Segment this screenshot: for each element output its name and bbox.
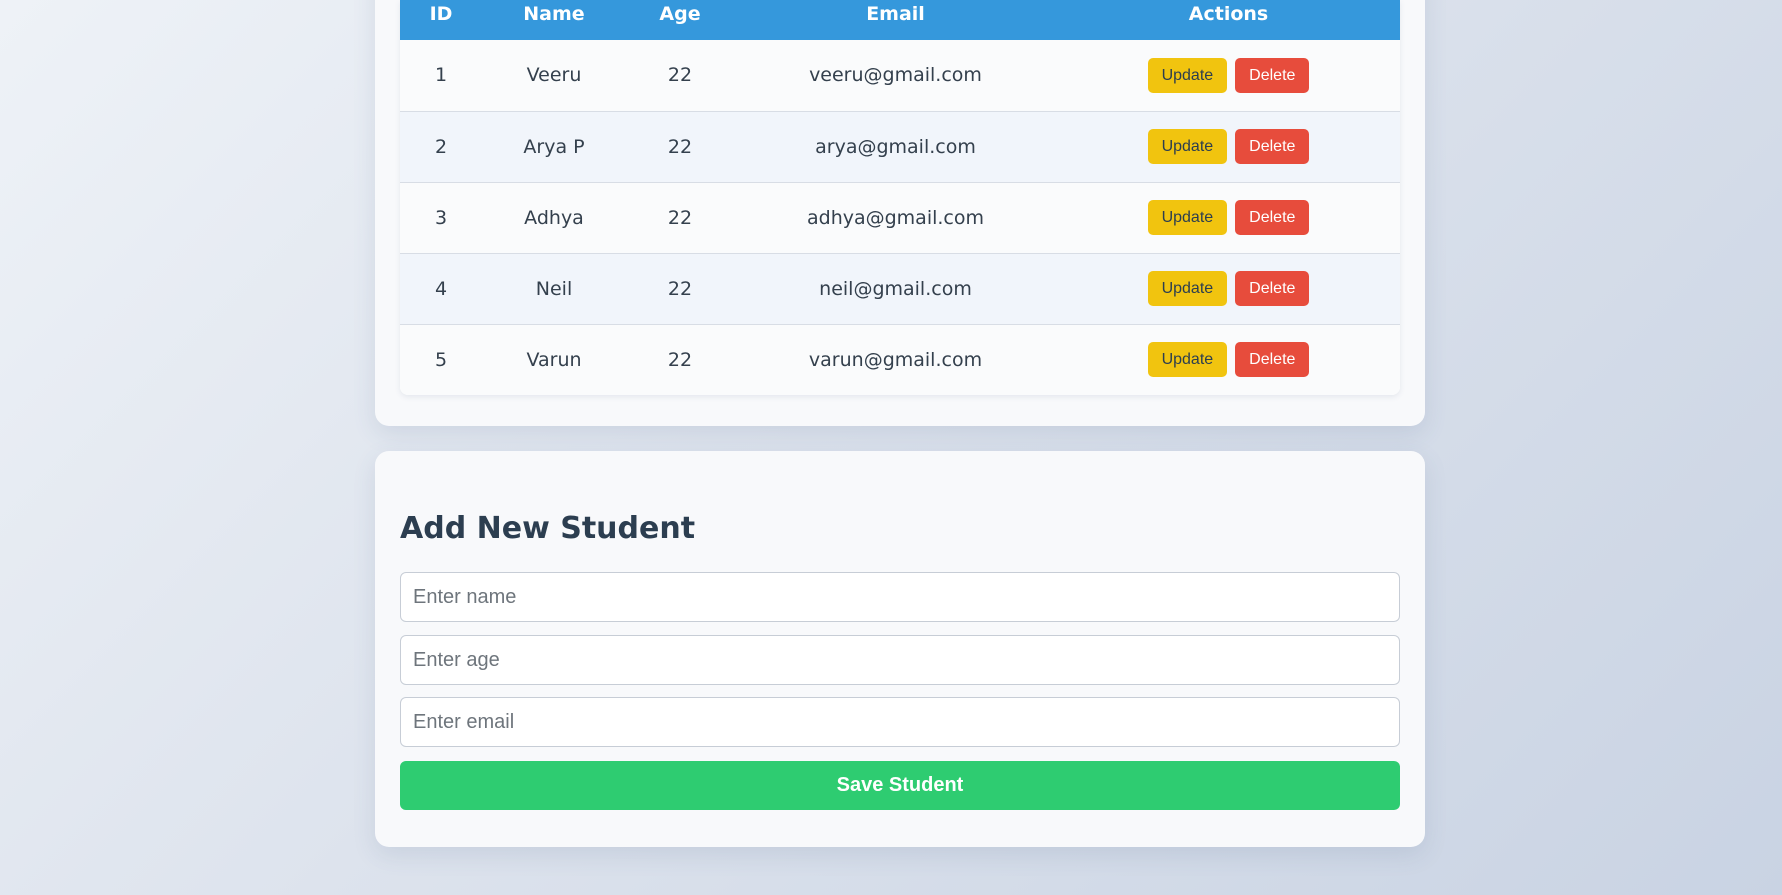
cell-age: 22 <box>667 277 693 300</box>
cell-name: Adhya <box>524 206 584 229</box>
email-input[interactable] <box>400 697 1400 747</box>
save-student-button[interactable]: Save Student <box>400 761 1400 810</box>
delete-button[interactable]: Delete <box>1235 129 1310 164</box>
cell-actions: Update Delete <box>1057 253 1400 324</box>
delete-button[interactable]: Delete <box>1235 200 1310 235</box>
cell-age: 22 <box>667 348 693 371</box>
table-header: ID Name Age Email Actions <box>400 0 1400 40</box>
cell-id: 5 <box>434 348 448 371</box>
cell-id: 1 <box>434 64 448 87</box>
cell-id: 2 <box>434 135 448 158</box>
column-header-actions: Actions <box>1188 3 1269 25</box>
cell-name: Veeru <box>526 64 582 87</box>
table-row: 3 Adhya 22 adhya@gmail.com Update Delete <box>400 182 1400 253</box>
add-student-card: Add New Student Save Student <box>375 451 1425 847</box>
cell-email: adhya@gmail.com <box>806 206 985 229</box>
cell-actions: Update Delete <box>1057 111 1400 182</box>
cell-email: varun@gmail.com <box>808 348 983 371</box>
table-row: 2 Arya P 22 arya@gmail.com Update Delete <box>400 111 1400 182</box>
column-header-age: Age <box>659 3 701 25</box>
update-button[interactable]: Update <box>1147 129 1228 164</box>
delete-button[interactable]: Delete <box>1235 271 1310 306</box>
age-input[interactable] <box>400 635 1400 685</box>
table-row: 5 Varun 22 varun@gmail.com Update Delete <box>400 324 1400 395</box>
update-button[interactable]: Update <box>1147 271 1228 306</box>
cell-name: Arya P <box>523 135 585 158</box>
column-header-email: Email <box>866 3 925 25</box>
update-button[interactable]: Update <box>1147 342 1228 378</box>
name-input[interactable] <box>400 572 1400 622</box>
cell-age: 22 <box>667 206 693 229</box>
table-row: 1 Veeru 22 veeru@gmail.com Update Delete <box>400 40 1400 111</box>
cell-name: Neil <box>535 277 573 300</box>
update-button[interactable]: Update <box>1147 57 1228 93</box>
table-row: 4 Neil 22 neil@gmail.com Update Delete <box>400 253 1400 324</box>
cell-age: 22 <box>667 64 693 87</box>
cell-email: neil@gmail.com <box>819 277 972 300</box>
cell-id: 3 <box>434 206 448 229</box>
cell-age: 22 <box>667 135 693 158</box>
table-body: 1 Veeru 22 veeru@gmail.com Update Delete … <box>400 40 1400 395</box>
delete-button[interactable]: Delete <box>1235 342 1310 378</box>
column-header-name: Name <box>523 3 585 25</box>
cell-actions: Update Delete <box>1057 324 1400 395</box>
cell-name: Varun <box>526 348 582 371</box>
update-button[interactable]: Update <box>1147 200 1228 235</box>
delete-button[interactable]: Delete <box>1235 57 1310 93</box>
cell-email: veeru@gmail.com <box>809 64 982 87</box>
students-table-wrapper: ID Name Age Email Actions 1 Veeru 22 vee… <box>400 0 1400 395</box>
table-header-row: ID Name Age Email Actions <box>400 0 1400 40</box>
cell-actions: Update Delete <box>1057 182 1400 253</box>
students-table-card: ID Name Age Email Actions 1 Veeru 22 vee… <box>375 0 1425 426</box>
students-table: ID Name Age Email Actions 1 Veeru 22 vee… <box>400 0 1400 395</box>
cell-id: 4 <box>434 277 448 300</box>
column-header-id: ID <box>429 3 453 25</box>
form-title: Add New Student <box>400 511 696 546</box>
cell-actions: Update Delete <box>1057 40 1400 111</box>
cell-email: arya@gmail.com <box>815 135 976 158</box>
